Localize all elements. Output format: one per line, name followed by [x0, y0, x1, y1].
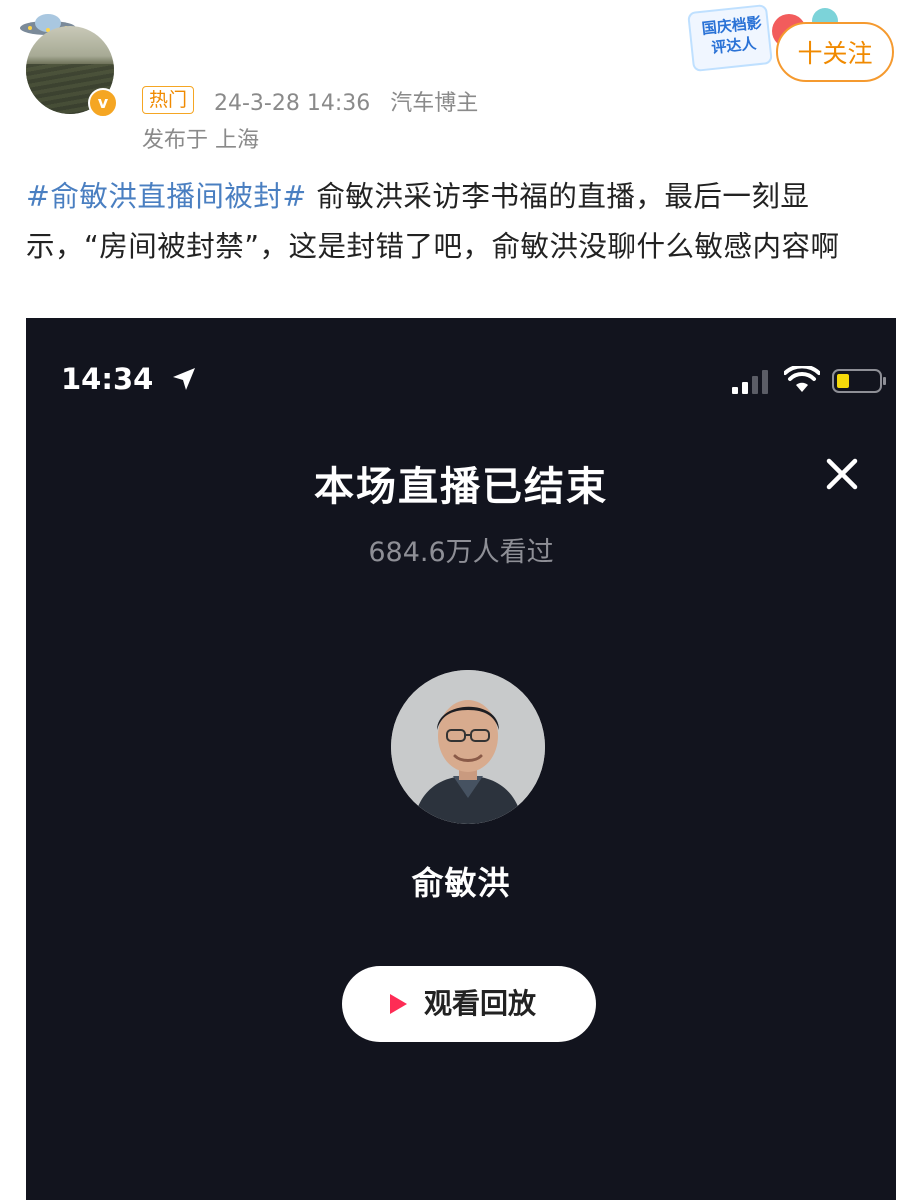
location-arrow-icon — [173, 368, 195, 390]
verified-icon: v — [88, 88, 118, 118]
live-ended-title: 本场直播已结束 — [314, 464, 608, 510]
verified-mark: v — [97, 93, 109, 112]
post-meta: 24-3-28 14:36 汽车博主 — [214, 85, 478, 117]
hot-tag: 热门 — [142, 86, 195, 114]
replay-button[interactable]: 观看回放 — [342, 966, 596, 1042]
host-avatar[interactable] — [391, 670, 545, 824]
host-portrait — [391, 670, 545, 824]
status-bar-time: 14:34 — [61, 362, 154, 396]
post-date-time: 24-3-28 14:36 — [214, 91, 371, 116]
author-category: 汽车博主 — [390, 91, 479, 116]
hashtag-link[interactable]: #俞敏洪直播间被封# — [26, 180, 307, 213]
wifi-icon — [784, 366, 820, 392]
post-header: v 热门 24-3-28 14:36 汽车博主 发布于 上海 国庆档影评达人 十关… — [0, 0, 921, 170]
host-name: 俞敏洪 — [411, 864, 511, 902]
replay-label: 观看回放 — [424, 987, 537, 1020]
play-icon — [390, 994, 407, 1014]
post-location: 发布于 上海 — [142, 128, 259, 153]
signal-icon — [732, 370, 768, 394]
close-icon[interactable] — [822, 454, 862, 494]
event-badge-card: 国庆档影评达人 — [687, 3, 773, 73]
viewer-count: 684.6万人看过 — [368, 537, 554, 568]
post-body: #俞敏洪直播间被封# 俞敏洪采访李书福的直播，最后一刻显示，“房间被封禁”，这是… — [26, 172, 896, 272]
embedded-screenshot[interactable]: 14:34 本场直播已结束 684.6万人看过 俞敏洪 观看回放 — [26, 318, 896, 1200]
battery-icon — [832, 369, 886, 393]
event-badge-text: 国庆档影评达人 — [700, 13, 763, 57]
follow-button[interactable]: 十关注 — [776, 22, 894, 82]
